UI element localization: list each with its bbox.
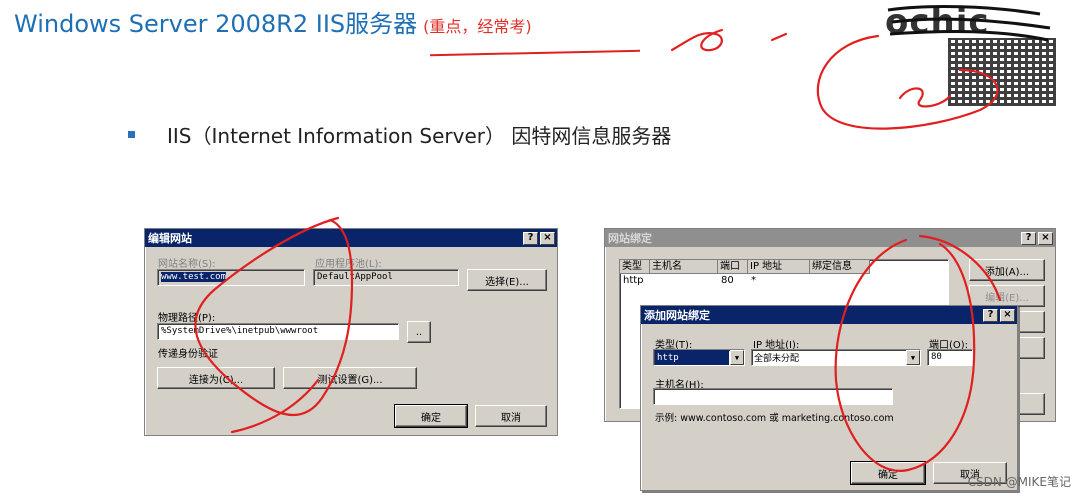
slide-title-text: Windows Server 2008R2 IIS服务器 xyxy=(14,10,418,38)
col-hostname[interactable]: 主机名 xyxy=(650,260,718,274)
ok-button[interactable]: 确定 xyxy=(850,461,926,485)
chevron-down-icon[interactable]: ▼ xyxy=(730,350,744,365)
ink-scribble-a xyxy=(670,28,724,52)
site-bindings-title: 网站绑定 xyxy=(608,232,652,245)
select-pool-button[interactable]: 选择(E)... xyxy=(467,269,547,291)
add-binding-dialog: 添加网站绑定 ? × 类型(T): http ▼ IP 地址(I): 全部未分配… xyxy=(640,305,1018,491)
edit-site-dialog: 编辑网站 ? × 网站名称(S): www.test.com 应用程序池(L):… xyxy=(144,228,558,436)
title-underline xyxy=(430,49,640,57)
qr-code-image xyxy=(948,38,1056,106)
site-bindings-titlebar: 网站绑定 ? × xyxy=(605,229,1055,247)
port-input[interactable]: 80 xyxy=(927,349,973,366)
edit-binding-button[interactable]: 编辑(E)... xyxy=(969,285,1045,307)
add-binding-button[interactable]: 添加(A)... xyxy=(969,259,1045,281)
browse-button[interactable]: .. xyxy=(407,321,431,343)
table-row[interactable]: http 80 * xyxy=(620,274,948,288)
slide-title: Windows Server 2008R2 IIS服务器 (重点，经常考) xyxy=(14,4,532,39)
col-binding-info[interactable]: 绑定信息 xyxy=(810,260,870,274)
add-binding-title: 添加网站绑定 xyxy=(644,309,710,322)
bullet-text: IIS（Internet Information Server） 因特网信息服务… xyxy=(167,124,672,148)
ink-scribble-dash xyxy=(770,32,788,42)
example-text: 示例: www.contoso.com 或 marketing.contoso.… xyxy=(655,413,894,424)
ink-web-letters xyxy=(898,87,952,108)
col-type[interactable]: 类型 xyxy=(620,260,650,274)
physical-path-label: 物理路径(P): xyxy=(158,313,216,324)
watermark: CSDN @MIKE笔记 xyxy=(967,475,1071,489)
logo-text: ochic xyxy=(885,2,990,42)
help-icon[interactable]: ? xyxy=(983,308,998,322)
col-port[interactable]: 端口 xyxy=(718,260,748,274)
edit-site-titlebar: 编辑网站 ? × xyxy=(145,229,557,247)
bullet-item: IIS（Internet Information Server） 因特网信息服务… xyxy=(128,120,671,149)
edit-site-title: 编辑网站 xyxy=(148,232,192,245)
bindings-list-header: 类型 主机名 端口 IP 地址 绑定信息 xyxy=(620,260,948,274)
connect-as-button[interactable]: 连接为(C)... xyxy=(157,367,275,389)
test-settings-button[interactable]: 测试设置(G)... xyxy=(283,367,417,389)
chevron-down-icon[interactable]: ▼ xyxy=(906,350,920,365)
ip-select[interactable]: 全部未分配 ▼ xyxy=(751,349,921,366)
physical-path-input[interactable]: %SystemDrive%\inetpub\wwwroot xyxy=(157,323,399,340)
help-icon[interactable]: ? xyxy=(1021,231,1036,245)
slide-title-note: (重点，经常考) xyxy=(423,17,532,36)
pass-auth-label: 传递身份验证 xyxy=(158,349,218,360)
type-select[interactable]: http ▼ xyxy=(653,349,745,366)
col-ip[interactable]: IP 地址 xyxy=(748,260,810,274)
site-name-label: 网站名称(S): xyxy=(158,259,216,270)
close-icon[interactable]: × xyxy=(540,231,555,245)
site-name-field[interactable]: www.test.com xyxy=(157,269,305,286)
close-icon[interactable]: × xyxy=(1000,308,1015,322)
hostname-input[interactable] xyxy=(653,388,893,405)
app-pool-field: DefaultAppPool xyxy=(313,269,459,286)
bullet-square-icon xyxy=(128,131,135,138)
cancel-button[interactable]: 取消 xyxy=(475,405,547,427)
close-icon[interactable]: × xyxy=(1038,231,1053,245)
ok-button[interactable]: 确定 xyxy=(394,404,468,428)
help-icon[interactable]: ? xyxy=(523,231,538,245)
add-binding-titlebar: 添加网站绑定 ? × xyxy=(641,306,1017,324)
app-pool-label: 应用程序池(L): xyxy=(315,259,382,270)
